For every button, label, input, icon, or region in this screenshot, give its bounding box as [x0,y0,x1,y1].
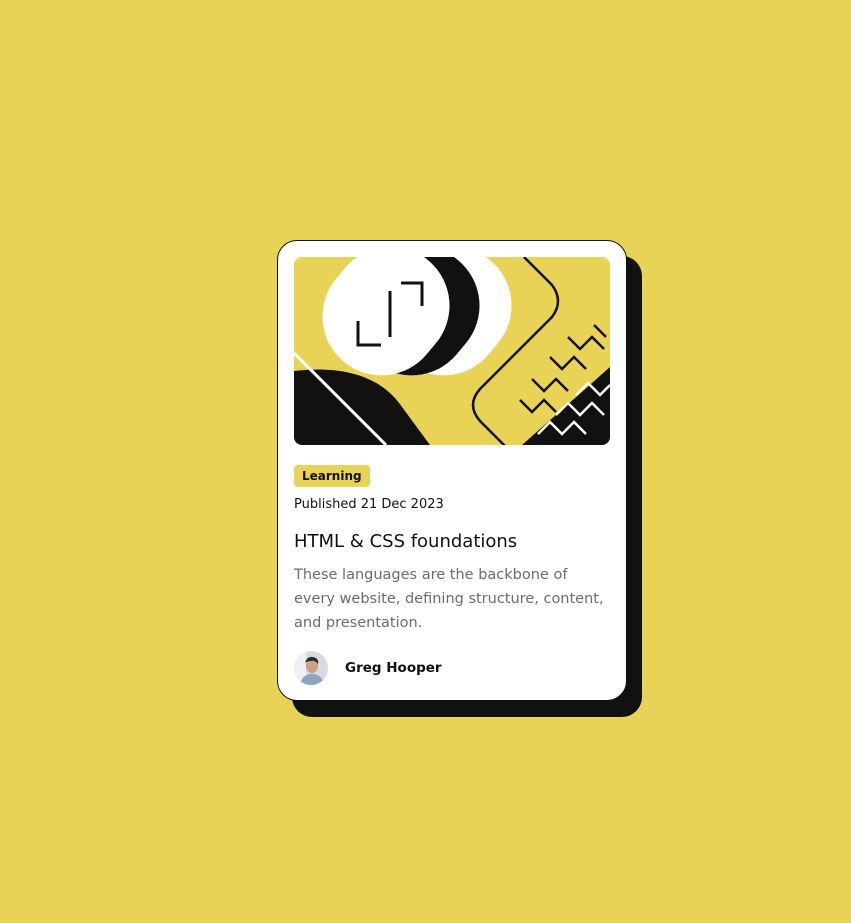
category-badge: Learning [294,465,370,487]
hero-illustration [294,257,610,445]
author: Greg Hooper [294,650,442,686]
blog-preview-card: Learning Published 21 Dec 2023 HTML & CS… [277,240,627,701]
avatar-icon [294,651,328,685]
card-title[interactable]: HTML & CSS foundations [294,531,517,552]
card-description: These languages are the backbone of ever… [294,567,604,631]
author-name: Greg Hooper [345,660,442,676]
publish-date: Published 21 Dec 2023 [294,497,444,512]
